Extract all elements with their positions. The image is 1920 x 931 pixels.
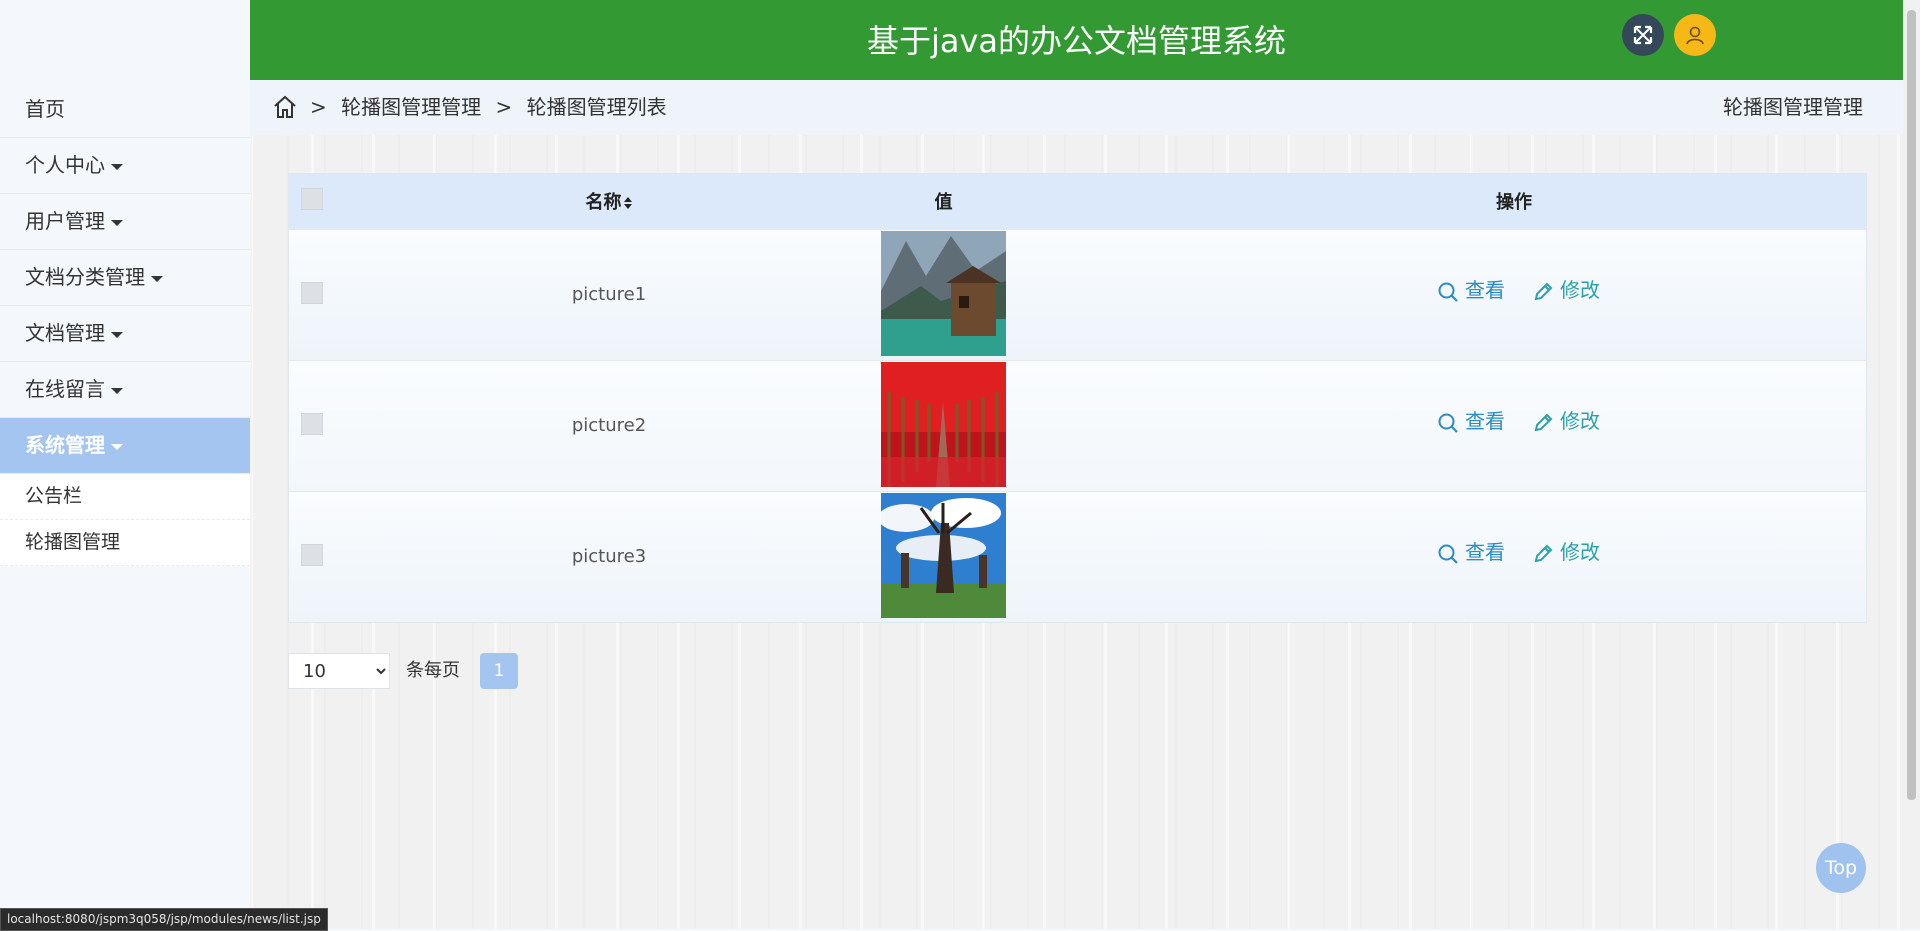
user-icon [1686, 26, 1704, 45]
status-url: localhost:8080/jspm3q058/jsp/modules/new… [0, 908, 328, 931]
edit-label: 修改 [1560, 540, 1600, 564]
page-title: 轮播图管理管理 [1723, 95, 1863, 119]
search-icon [1438, 544, 1458, 564]
search-icon [1438, 282, 1458, 302]
fullscreen-icon [1633, 25, 1653, 45]
view-label: 查看 [1465, 278, 1505, 302]
sidebar-item-label: 在线留言 [25, 377, 105, 401]
sidebar-item-doc-category[interactable]: 文档分类管理 [0, 250, 250, 306]
main-content: 名称 值 操作 picture1 查看 修改 picture2 查看 修改 pi… [250, 135, 1903, 929]
row-name: picture3 [571, 546, 647, 567]
view-button[interactable]: 查看 [1437, 361, 1505, 481]
edit-button[interactable]: 修改 [1532, 361, 1600, 481]
fullscreen-button[interactable] [1622, 14, 1664, 56]
top-header: 基于java的办公文档管理系统 [250, 0, 1903, 80]
caret-down-icon [151, 275, 163, 282]
breadcrumb-separator: > [310, 95, 327, 119]
search-icon [1438, 413, 1458, 433]
sidebar-item-label: 文档分类管理 [25, 265, 145, 289]
home-icon[interactable] [272, 94, 298, 120]
select-all-checkbox[interactable] [301, 188, 323, 210]
page-button-current[interactable]: 1 [480, 653, 518, 689]
sidebar: 首页 个人中心 用户管理 文档分类管理 文档管理 在线留言 系统管理 公告栏 轮… [0, 0, 251, 929]
sidebar-item-label: 首页 [25, 97, 65, 121]
row-checkbox[interactable] [301, 413, 323, 435]
sidebar-menu: 首页 个人中心 用户管理 文档分类管理 文档管理 在线留言 系统管理 公告栏 轮… [0, 82, 250, 566]
column-header-value: 值 [934, 192, 953, 213]
sidebar-item-system-management[interactable]: 系统管理 [0, 418, 250, 474]
caret-down-icon [111, 163, 123, 170]
carousel-table: 名称 值 操作 picture1 查看 修改 picture2 查看 修改 pi… [288, 173, 1867, 623]
sidebar-subitem-carousel[interactable]: 轮播图管理 [0, 520, 250, 566]
caret-down-icon [111, 387, 123, 394]
sort-icon [623, 197, 632, 209]
row-name: picture2 [571, 415, 647, 436]
row-name: picture1 [571, 284, 647, 305]
view-label: 查看 [1465, 540, 1505, 564]
sidebar-item-doc-management[interactable]: 文档管理 [0, 306, 250, 362]
scrollbar-thumb[interactable] [1907, 10, 1916, 800]
edit-icon [1534, 544, 1553, 562]
row-checkbox[interactable] [301, 544, 323, 566]
breadcrumb-level2: 轮播图管理列表 [526, 95, 667, 119]
column-header-name[interactable]: 名称 [544, 174, 674, 231]
caret-down-icon [111, 331, 123, 338]
sidebar-submenu: 公告栏 轮播图管理 [0, 474, 250, 566]
edit-label: 修改 [1560, 409, 1600, 433]
column-header-actions: 操作 [1496, 192, 1532, 213]
breadcrumb: > 轮播图管理管理 > 轮播图管理列表 [310, 80, 675, 135]
sidebar-item-label: 用户管理 [25, 209, 105, 233]
back-to-top-button[interactable]: Top [1816, 843, 1866, 893]
thumbnail-image [881, 493, 1006, 618]
thumbnail-image [881, 362, 1006, 487]
breadcrumb-bar: > 轮播图管理管理 > 轮播图管理列表 轮播图管理管理 [250, 80, 1903, 135]
sidebar-item-user-management[interactable]: 用户管理 [0, 194, 250, 250]
user-button[interactable] [1674, 14, 1716, 56]
sidebar-item-personal-center[interactable]: 个人中心 [0, 138, 250, 194]
table-row: picture2 查看 修改 [289, 360, 1866, 491]
sidebar-item-label: 个人中心 [25, 153, 105, 177]
page-size-select[interactable]: 10 [288, 653, 390, 689]
table-header: 名称 值 操作 [289, 174, 1866, 229]
table-row: picture3 查看 修改 [289, 491, 1866, 622]
edit-icon [1534, 282, 1553, 300]
page-scrollbar[interactable] [1903, 0, 1920, 929]
caret-down-icon [111, 443, 123, 450]
caret-down-icon [111, 219, 123, 226]
edit-icon [1534, 413, 1553, 431]
sidebar-subitem-notice-board[interactable]: 公告栏 [0, 474, 250, 520]
view-button[interactable]: 查看 [1437, 492, 1505, 612]
row-checkbox[interactable] [301, 282, 323, 304]
edit-button[interactable]: 修改 [1532, 492, 1600, 612]
per-page-label: 条每页 [406, 660, 460, 681]
sidebar-item-label: 系统管理 [25, 433, 105, 457]
sidebar-item-online-message[interactable]: 在线留言 [0, 362, 250, 418]
breadcrumb-separator: > [495, 95, 513, 119]
edit-button[interactable]: 修改 [1532, 230, 1600, 350]
sidebar-item-home[interactable]: 首页 [0, 82, 250, 138]
column-header-label: 名称 [585, 192, 622, 213]
sidebar-item-label: 文档管理 [25, 321, 105, 345]
thumbnail-image [881, 231, 1006, 356]
table-row: picture1 查看 修改 [289, 229, 1866, 360]
edit-label: 修改 [1560, 278, 1600, 302]
breadcrumb-level1[interactable]: 轮播图管理管理 [341, 95, 481, 119]
view-button[interactable]: 查看 [1437, 230, 1505, 350]
view-label: 查看 [1465, 409, 1505, 433]
